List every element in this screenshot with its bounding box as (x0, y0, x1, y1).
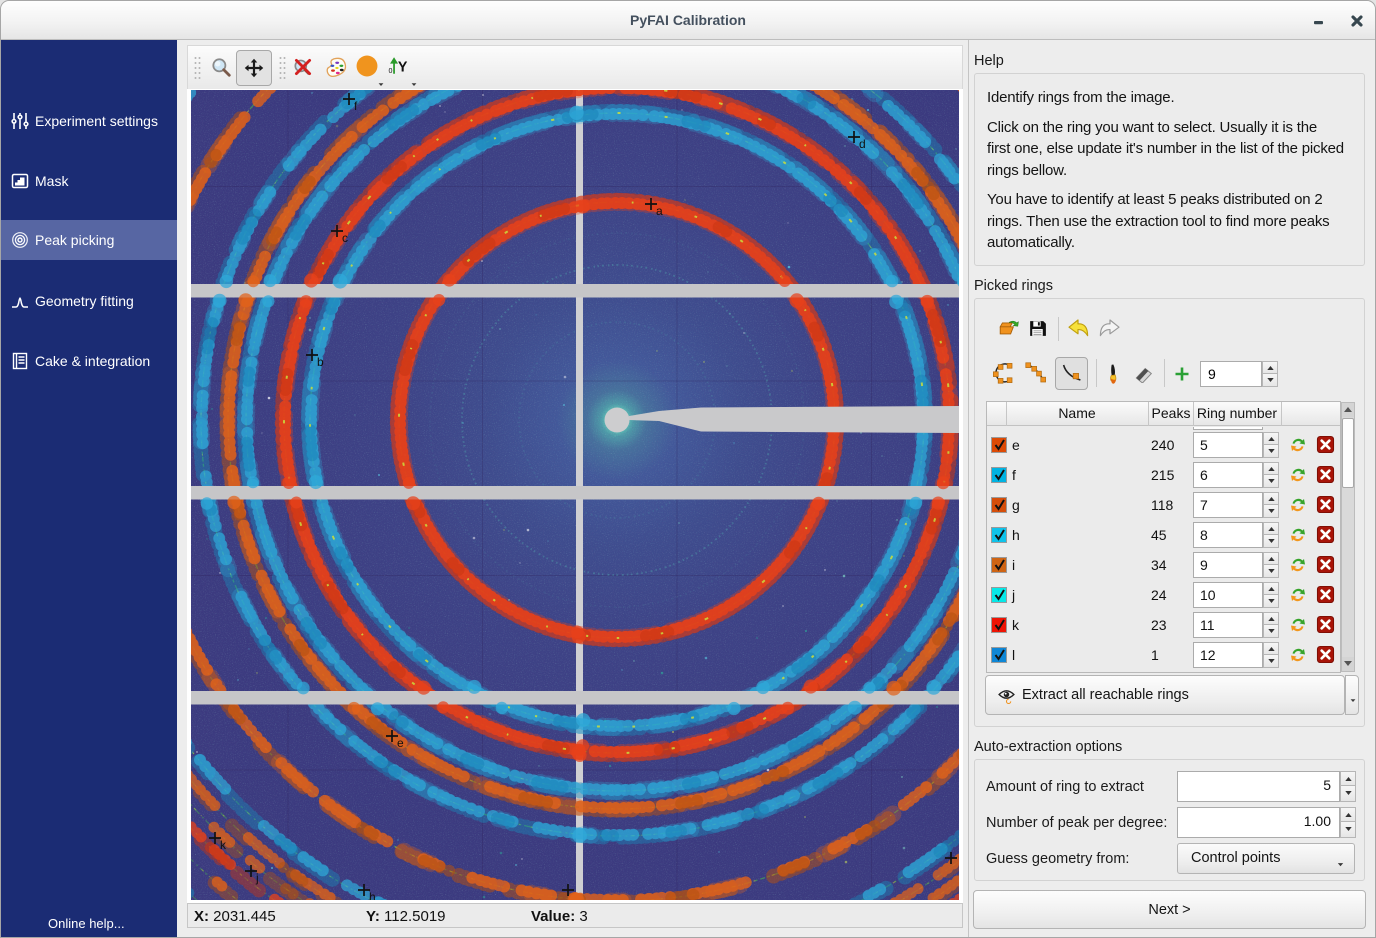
svg-text:h: h (369, 890, 376, 900)
svg-text:k: k (220, 838, 227, 852)
svg-text:e: e (397, 736, 404, 750)
svg-text:c: c (342, 231, 348, 245)
svg-text:j: j (255, 871, 259, 885)
svg-text:d: d (859, 137, 866, 151)
svg-text:Y: Y (398, 60, 408, 76)
svg-text:b: b (317, 355, 324, 369)
svg-text:a: a (656, 204, 663, 218)
svg-text:0: 0 (389, 67, 393, 75)
